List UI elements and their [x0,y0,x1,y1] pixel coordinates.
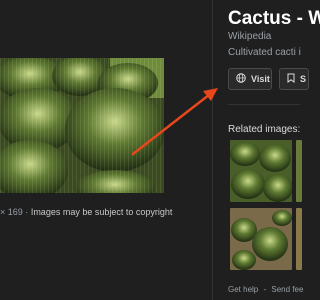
send-feedback-link[interactable]: Send fee [271,285,303,294]
save-button[interactable]: S [279,68,309,90]
get-help-link[interactable]: Get help [228,285,258,294]
main-preview-image[interactable] [0,58,164,193]
visit-label: Visit [251,74,270,84]
related-image-thumbnail[interactable] [230,208,292,270]
result-description: Cultivated cacti i [228,47,301,58]
related-image-thumbnail[interactable] [230,140,292,202]
caption-separator: · [25,207,29,217]
panel-divider [212,0,213,300]
result-source: Wikipedia [228,31,272,42]
related-image-thumbnail[interactable] [296,140,302,202]
bookmark-icon [287,73,295,85]
related-images-heading: Related images: [228,124,301,135]
footer-separator: - [263,285,267,294]
image-caption: × 169 · Images may be subject to copyrig… [0,207,172,217]
image-dimensions: × 169 [0,207,23,217]
section-divider [228,104,300,105]
related-image-thumbnail[interactable] [296,208,302,270]
save-label: S [300,74,307,84]
footer-links: Get help - Send fee [228,285,303,294]
globe-icon [236,73,246,85]
result-title[interactable]: Cactus - W [228,8,320,30]
visit-button[interactable]: Visit [228,68,272,90]
copyright-warning: Images may be subject to copyright [30,207,173,217]
